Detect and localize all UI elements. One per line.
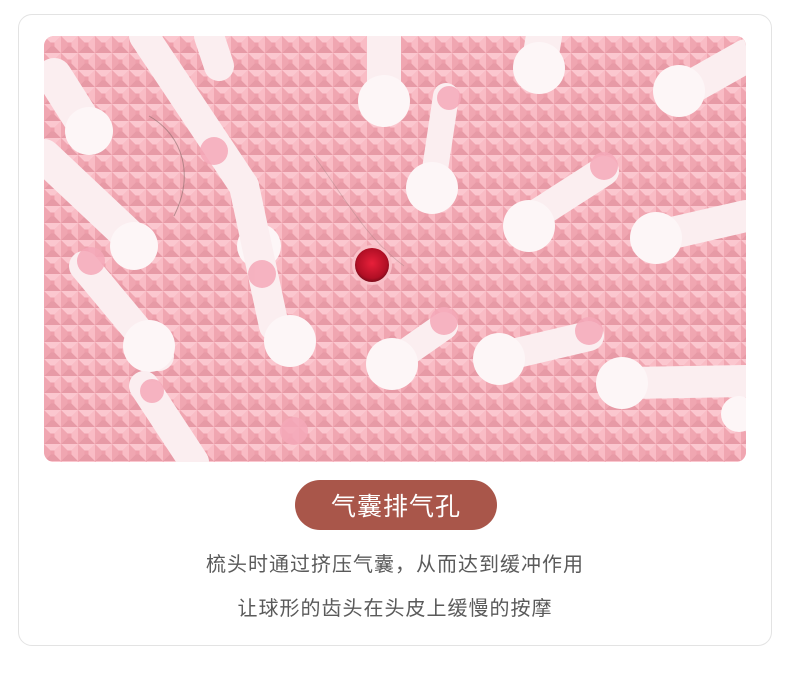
feature-title-badge: 气囊排气孔	[295, 480, 497, 530]
description-line-1: 梳头时通过挤压气囊，从而达到缓冲作用	[206, 552, 584, 576]
airbag-vent-hole-closeup-icon	[44, 36, 746, 462]
description-line-2: 让球形的齿头在头皮上缓慢的按摩	[237, 596, 553, 620]
product-closeup-image	[44, 36, 746, 462]
